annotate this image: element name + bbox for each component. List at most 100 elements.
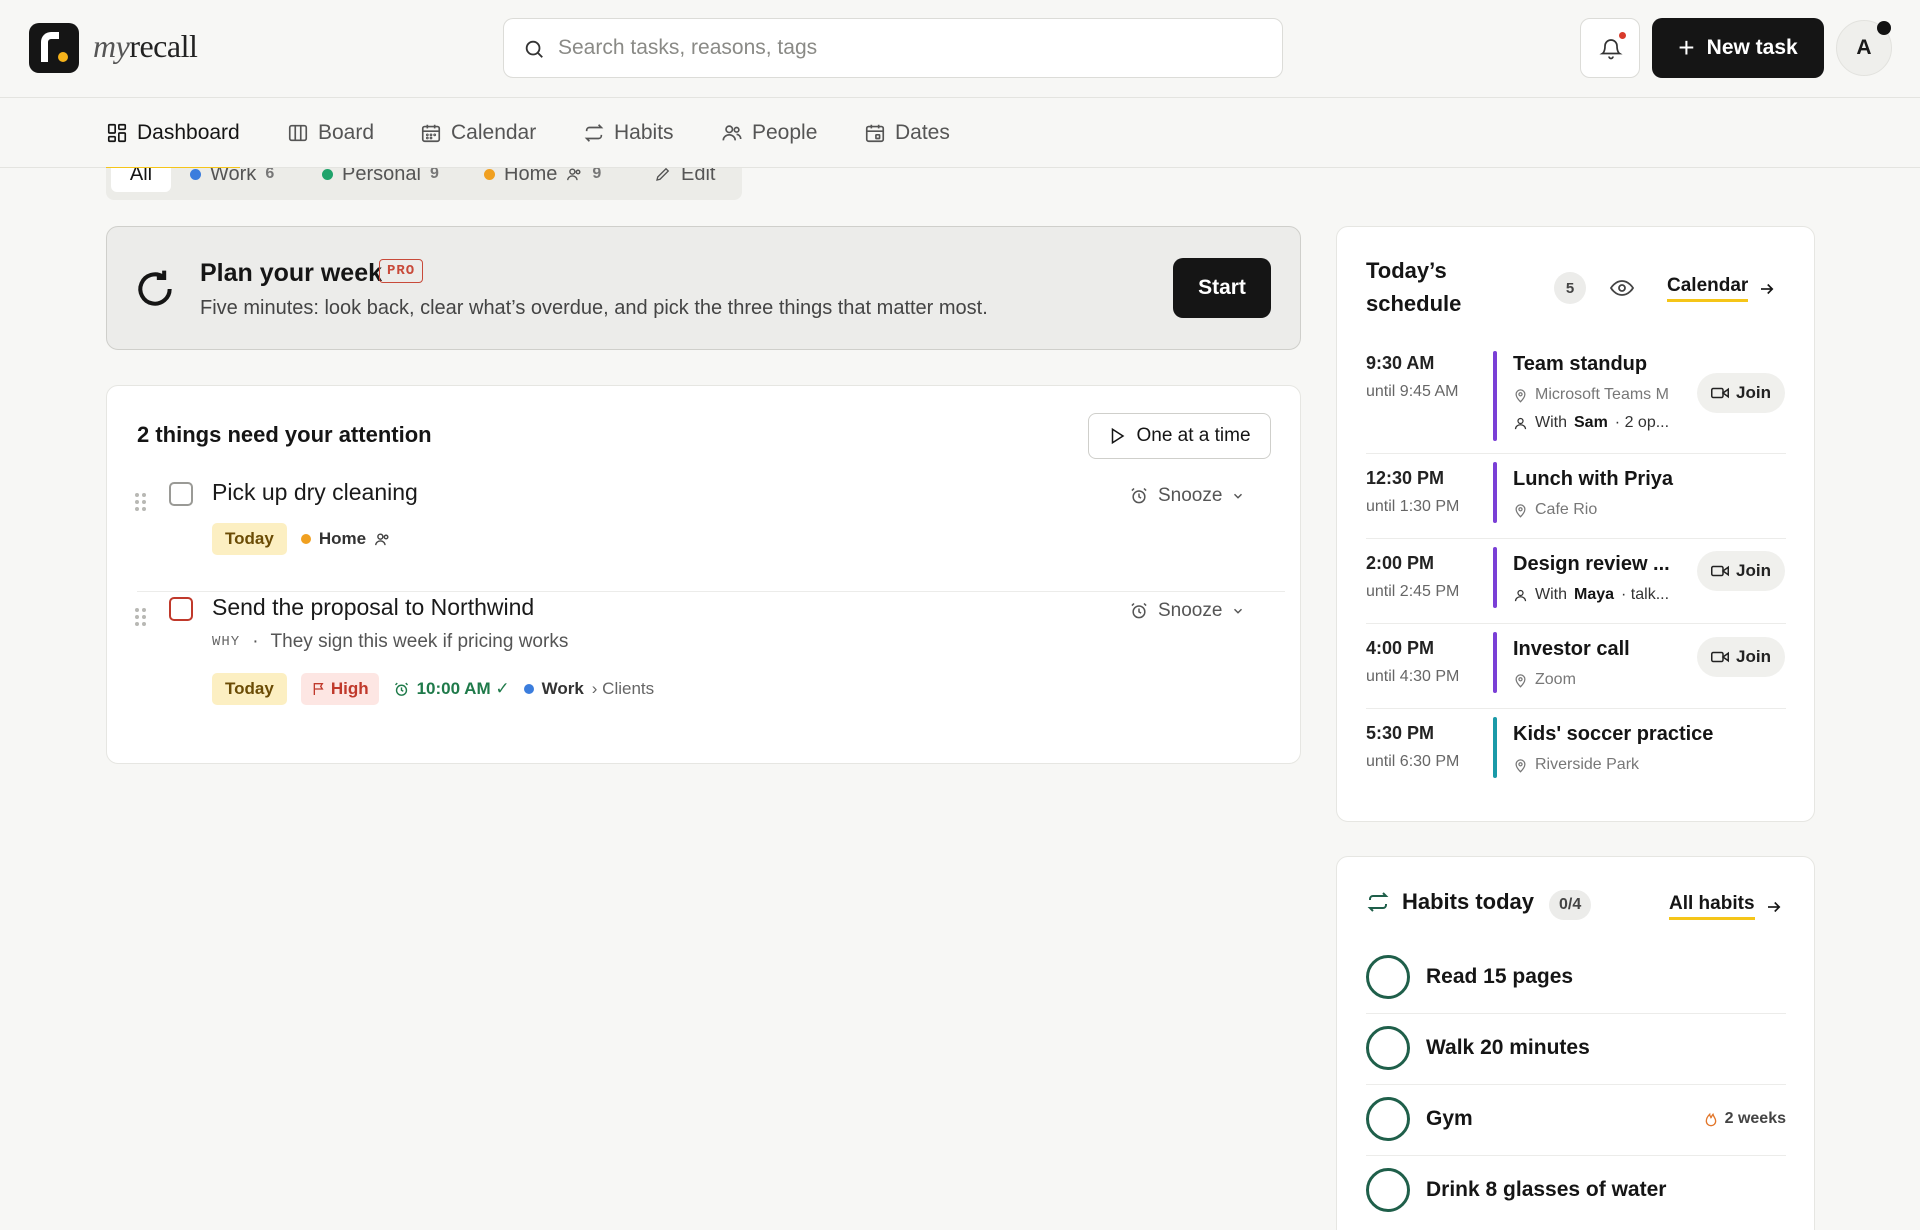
video-icon — [1711, 651, 1730, 663]
event-location: Cafe Rio — [1513, 501, 1773, 519]
due-today-tag[interactable]: Today — [212, 523, 287, 555]
task-checkbox[interactable] — [169, 482, 193, 506]
list-tag[interactable]: Work › Clients — [523, 679, 654, 699]
event-until: until 2:45 PM — [1366, 583, 1460, 600]
filter-personal[interactable]: Personal 9 — [322, 168, 439, 192]
reminder-tag[interactable]: 10:00 AM ✓ — [393, 679, 510, 699]
streak-text: 2 weeks — [1724, 1110, 1786, 1127]
location-pin-icon — [1515, 388, 1526, 403]
tab-calendar[interactable]: Calendar — [420, 98, 536, 168]
join-button[interactable]: Join — [1697, 637, 1785, 677]
alarm-clock-icon — [1131, 487, 1147, 504]
drag-handle-icon[interactable] — [135, 493, 147, 513]
board-icon — [288, 124, 308, 142]
start-button[interactable]: Start — [1173, 258, 1271, 318]
chevron-down-icon — [1234, 608, 1243, 614]
habit-check-circle[interactable] — [1366, 1097, 1410, 1141]
habit-check-circle[interactable] — [1366, 1026, 1410, 1070]
habit-row[interactable]: Walk 20 minutes — [1366, 1013, 1786, 1083]
filter-edit[interactable]: Edit — [654, 168, 715, 192]
one-at-a-time-button[interactable]: One at a time — [1088, 413, 1271, 459]
attendee-more: · 2 op... — [1614, 414, 1670, 431]
all-habits-link[interactable]: All habits — [1669, 893, 1783, 920]
task-title[interactable]: Pick up dry cleaning — [212, 479, 418, 506]
new-task-label: New task — [1706, 36, 1798, 59]
filter-count: 9 — [429, 168, 439, 182]
search-icon — [525, 40, 543, 58]
reminder-time: 10:00 AM ✓ — [416, 679, 510, 698]
habits-header: Habits today — [1366, 889, 1534, 915]
notifications-button[interactable] — [1580, 18, 1640, 78]
brand-name[interactable]: myrecall — [93, 28, 198, 65]
join-label: Join — [1736, 561, 1771, 580]
repeat-icon — [1367, 892, 1389, 912]
all-habits-label: All habits — [1669, 893, 1755, 920]
repeat-icon — [584, 124, 604, 142]
calendar-link[interactable]: Calendar — [1667, 275, 1776, 302]
habit-check-circle[interactable] — [1366, 1168, 1410, 1212]
tab-label: Dates — [895, 121, 950, 144]
person-icon — [1514, 589, 1527, 601]
attention-title: 2 things need your attention — [137, 422, 432, 447]
tab-label: People — [752, 121, 818, 144]
video-icon — [1711, 387, 1730, 399]
filter-all[interactable]: All — [111, 168, 171, 192]
event-attendees: With Sam · 2 op... — [1513, 414, 1688, 432]
snooze-label: Snooze — [1158, 600, 1223, 621]
tab-label: Calendar — [451, 121, 537, 144]
event-count-badge: 5 — [1554, 272, 1586, 304]
search-input[interactable] — [558, 19, 1258, 77]
location-text: Riverside Park — [1535, 756, 1640, 773]
schedule-title: Today’s schedule — [1366, 258, 1462, 316]
tab-habits[interactable]: Habits — [583, 98, 674, 168]
task-why: WHY · They sign this week if pricing wor… — [212, 631, 568, 653]
habit-check-circle[interactable] — [1366, 955, 1410, 999]
play-icon — [1112, 427, 1125, 445]
with-prefix: With — [1535, 414, 1567, 431]
filter-work[interactable]: Work 6 — [190, 168, 274, 192]
logo-letter-shape — [41, 32, 59, 62]
app-logo[interactable] — [29, 23, 79, 73]
filter-home[interactable]: Home 9 — [484, 168, 601, 192]
priority-tag[interactable]: High — [300, 673, 379, 705]
event-until: until 6:30 PM — [1366, 753, 1460, 770]
join-button[interactable]: Join — [1697, 373, 1785, 413]
habit-row[interactable]: Drink 8 glasses of water — [1366, 1155, 1786, 1225]
task-title[interactable]: Send the proposal to Northwind — [212, 594, 534, 621]
habit-row[interactable]: Gym 2 weeks — [1366, 1084, 1786, 1154]
list-color-dot — [300, 534, 311, 544]
event-attendees: With Maya · talk... — [1513, 586, 1688, 604]
eye-icon[interactable] — [1610, 278, 1634, 298]
logo-dot — [58, 52, 68, 62]
top-bar: myrecall + New task A — [0, 0, 1920, 98]
list-tag[interactable]: Home — [300, 529, 391, 549]
tab-dates[interactable]: Dates — [864, 98, 950, 168]
plan-subtitle: Five minutes: look back, clear what’s ov… — [200, 297, 988, 319]
refresh-icon — [138, 270, 172, 306]
event-location: Riverside Park — [1513, 756, 1773, 774]
tab-board[interactable]: Board — [287, 98, 374, 168]
drag-handle-icon[interactable] — [135, 608, 147, 628]
with-prefix: With — [1535, 586, 1567, 603]
habits-card: Habits today 0/4 All habits Read 15 page… — [1336, 856, 1815, 1230]
due-today-tag[interactable]: Today — [212, 673, 287, 705]
habit-row[interactable]: Read 15 pages — [1366, 942, 1786, 1012]
event-divider — [1366, 453, 1786, 454]
tab-people[interactable]: People — [721, 98, 817, 168]
new-task-button[interactable]: + New task — [1652, 18, 1824, 78]
tab-dashboard[interactable]: Dashboard — [106, 98, 240, 170]
brand-prefix: my — [93, 28, 130, 64]
task-checkbox[interactable] — [169, 597, 193, 621]
event-time: 5:30 PM — [1366, 723, 1435, 743]
main-nav: Dashboard Board Calendar Habits People D… — [0, 98, 1920, 170]
event-location: Zoom — [1513, 671, 1688, 689]
snooze-button[interactable]: Snooze — [1129, 600, 1245, 622]
personal-color-dot — [322, 168, 333, 180]
snooze-button[interactable]: Snooze — [1129, 485, 1245, 507]
user-avatar[interactable]: A — [1836, 20, 1892, 76]
event-divider — [1366, 623, 1786, 624]
avatar-status-dot — [1877, 21, 1891, 35]
join-button[interactable]: Join — [1697, 551, 1785, 591]
search-box[interactable] — [503, 18, 1283, 78]
event-color-bar — [1493, 632, 1497, 693]
